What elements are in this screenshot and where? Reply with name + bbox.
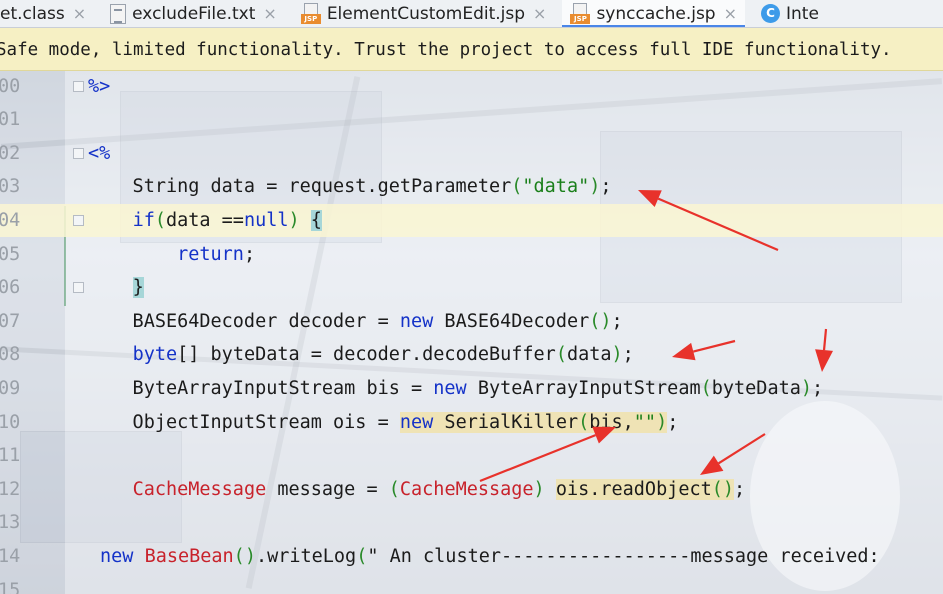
annotation-arrows [479,190,833,483]
tab-et-class[interactable]: et.class × [0,0,94,27]
jsp-badge: JSP [570,13,591,24]
tab-synccache-jsp[interactable]: JSP synccache.jsp × [562,0,746,27]
fold-marker-icon[interactable] [73,282,84,294]
tab-label: excludeFile.txt [132,3,256,24]
jsp-file-icon: JSP [300,2,321,25]
tab-label: synccache.jsp [596,3,716,24]
annotation-arrow [638,190,779,252]
fold-marker-icon[interactable] [73,214,84,226]
fold-marker-icon[interactable] [73,80,84,92]
tab-label: ElementCustomEdit.jsp [326,3,526,24]
class-icon: C [761,4,781,23]
close-tab-icon[interactable]: × [263,4,276,23]
tab-label: Inte [786,3,819,24]
annotation-arrow [815,328,833,372]
safe-mode-banner: Safe mode, limited functionality. Trust … [0,28,943,71]
annotation-arrow [479,426,616,483]
editor-tab-bar: et.class × excludeFile.txt × JSP ElementCusto… [0,0,943,28]
tab-excludefile-txt[interactable]: excludeFile.txt × [102,0,285,27]
close-tab-icon[interactable]: × [73,4,86,23]
safe-mode-banner-text: Safe mode, limited functionality. Trust … [0,40,892,60]
text-file-icon [110,3,127,24]
code-editor[interactable]: 00 %> 01 02 <% 03 String data = request.getPa… [0,71,943,594]
annotation-arrow [672,339,736,361]
jsp-badge: JSP [300,13,321,24]
fold-marker-icon[interactable] [73,147,84,159]
tab-label: et.class [0,3,65,24]
jsp-file-icon: JSP [570,2,591,25]
annotation-arrow [700,433,766,475]
close-tab-icon[interactable]: × [533,4,546,23]
tab-elementcustomedit-jsp[interactable]: JSP ElementCustomEdit.jsp × [293,0,555,27]
close-tab-icon[interactable]: × [724,4,737,23]
tab-inte[interactable]: C Inte [753,0,827,27]
